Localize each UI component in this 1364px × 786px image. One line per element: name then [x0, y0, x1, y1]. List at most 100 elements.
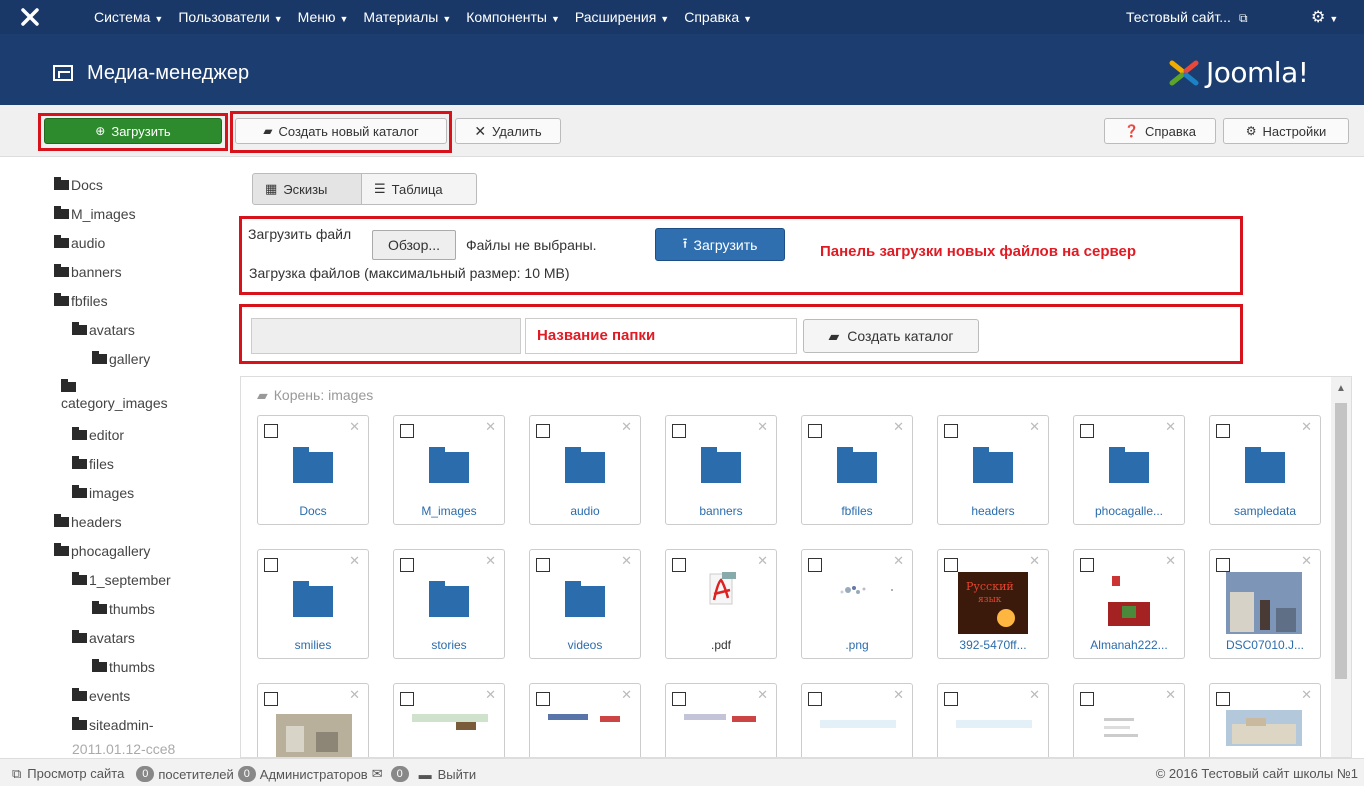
media-item[interactable]: ✕ Almanah222...: [1073, 549, 1185, 659]
media-item[interactable]: ✕ .pdf: [665, 549, 777, 659]
select-checkbox[interactable]: [1080, 424, 1094, 438]
help-button[interactable]: ❓ Справка: [1104, 118, 1216, 144]
close-icon[interactable]: ✕: [349, 553, 360, 569]
tab-thumbnails[interactable]: ▦ Эскизы: [252, 173, 362, 205]
select-checkbox[interactable]: [808, 692, 822, 706]
tree-item[interactable]: Docs: [54, 177, 103, 193]
media-item[interactable]: ✕: [665, 683, 777, 757]
close-icon[interactable]: ✕: [1029, 687, 1040, 703]
select-checkbox[interactable]: [536, 558, 550, 572]
media-item[interactable]: ✕ phocagalle...: [1073, 415, 1185, 525]
tree-item[interactable]: M_images: [54, 206, 136, 222]
delete-button[interactable]: ✕ Удалить: [455, 118, 561, 144]
media-item[interactable]: ✕ headers: [937, 415, 1049, 525]
media-item[interactable]: ✕ videos: [529, 549, 641, 659]
tree-item[interactable]: banners: [54, 264, 122, 280]
media-item[interactable]: ✕: [1073, 683, 1185, 757]
close-icon[interactable]: ✕: [1301, 687, 1312, 703]
chevron-up-icon[interactable]: ▲: [1336, 383, 1346, 394]
select-checkbox[interactable]: [1216, 692, 1230, 706]
select-checkbox[interactable]: [808, 424, 822, 438]
close-icon[interactable]: ✕: [349, 687, 360, 703]
select-checkbox[interactable]: [944, 692, 958, 706]
select-checkbox[interactable]: [264, 558, 278, 572]
close-icon[interactable]: ✕: [893, 553, 904, 569]
tree-item[interactable]: avatars: [72, 630, 135, 646]
site-link[interactable]: Тестовый сайт... ⧉: [1126, 9, 1248, 26]
tree-item[interactable]: audio: [54, 235, 105, 251]
tree-item[interactable]: editor: [72, 427, 124, 443]
tree-item[interactable]: avatars: [72, 322, 135, 338]
media-item[interactable]: ✕ banners: [665, 415, 777, 525]
menu-users[interactable]: Пользователи ▼: [178, 9, 282, 25]
tree-item[interactable]: phocagallery: [54, 543, 150, 559]
media-item[interactable]: ✕: [393, 683, 505, 757]
close-icon[interactable]: ✕: [621, 687, 632, 703]
scrollbar-thumb[interactable]: [1335, 403, 1347, 679]
select-checkbox[interactable]: [944, 424, 958, 438]
media-item[interactable]: ✕ stories: [393, 549, 505, 659]
select-checkbox[interactable]: [672, 558, 686, 572]
close-icon[interactable]: ✕: [893, 687, 904, 703]
tree-item[interactable]: siteadmin-: [72, 717, 154, 733]
media-item[interactable]: ✕: [529, 683, 641, 757]
user-menu[interactable]: ⚙ ▼: [1311, 7, 1338, 27]
create-folder-button[interactable]: ▰ Создать каталог: [803, 319, 979, 353]
media-item[interactable]: ✕: [1209, 683, 1321, 757]
menu-content[interactable]: Материалы ▼: [363, 9, 451, 25]
tree-item[interactable]: category_images: [61, 379, 168, 411]
close-icon[interactable]: ✕: [349, 419, 360, 435]
close-icon[interactable]: ✕: [485, 553, 496, 569]
select-checkbox[interactable]: [1216, 558, 1230, 572]
select-checkbox[interactable]: [1080, 692, 1094, 706]
menu-extensions[interactable]: Расширения ▼: [575, 9, 669, 25]
select-checkbox[interactable]: [536, 424, 550, 438]
envelope-icon[interactable]: ✉: [372, 766, 383, 782]
tree-item[interactable]: thumbs: [92, 659, 155, 675]
view-site-link[interactable]: ⧉ Просмотр сайта: [12, 766, 124, 782]
select-checkbox[interactable]: [400, 558, 414, 572]
select-checkbox[interactable]: [672, 692, 686, 706]
menu-help[interactable]: Справка ▼: [684, 9, 752, 25]
tree-item[interactable]: events: [72, 688, 130, 704]
select-checkbox[interactable]: [1216, 424, 1230, 438]
select-checkbox[interactable]: [808, 558, 822, 572]
close-icon[interactable]: ✕: [1165, 553, 1176, 569]
scrollbar[interactable]: ▲: [1331, 377, 1351, 757]
close-icon[interactable]: ✕: [621, 553, 632, 569]
media-item[interactable]: ✕: [937, 683, 1049, 757]
folder-path-field[interactable]: [251, 318, 521, 354]
select-checkbox[interactable]: [1080, 558, 1094, 572]
tree-item[interactable]: files: [72, 456, 114, 472]
close-icon[interactable]: ✕: [1301, 553, 1312, 569]
close-icon[interactable]: ✕: [1029, 553, 1040, 569]
media-item[interactable]: ✕ M_images: [393, 415, 505, 525]
media-item[interactable]: ✕ smilies: [257, 549, 369, 659]
submit-upload-button[interactable]: ⭱ Загрузить: [655, 228, 785, 261]
close-icon[interactable]: ✕: [1029, 419, 1040, 435]
browse-button[interactable]: Обзор...: [372, 230, 456, 260]
close-icon[interactable]: ✕: [485, 687, 496, 703]
joomla-icon[interactable]: [20, 7, 40, 27]
tree-item[interactable]: gallery: [92, 351, 150, 367]
settings-button[interactable]: ⚙ Настройки: [1223, 118, 1349, 144]
menu-menus[interactable]: Меню ▼: [298, 9, 349, 25]
close-icon[interactable]: ✕: [757, 419, 768, 435]
select-checkbox[interactable]: [944, 558, 958, 572]
tab-table[interactable]: ☰ Таблица: [361, 173, 477, 205]
select-checkbox[interactable]: [672, 424, 686, 438]
select-checkbox[interactable]: [264, 424, 278, 438]
close-icon[interactable]: ✕: [621, 419, 632, 435]
tree-item[interactable]: thumbs: [92, 601, 155, 617]
menu-system[interactable]: Система ▼: [94, 9, 163, 25]
close-icon[interactable]: ✕: [757, 553, 768, 569]
media-item[interactable]: ✕ DSC07010.J...: [1209, 549, 1321, 659]
select-checkbox[interactable]: [536, 692, 550, 706]
select-checkbox[interactable]: [264, 692, 278, 706]
media-item[interactable]: ✕: [801, 683, 913, 757]
tree-item[interactable]: 1_september: [72, 572, 171, 588]
select-checkbox[interactable]: [400, 692, 414, 706]
media-item[interactable]: ✕ Русский язык 392-5470ff...: [937, 549, 1049, 659]
tree-item[interactable]: images: [72, 485, 134, 501]
tree-item[interactable]: 2011.01.12-cce8: [72, 741, 175, 757]
